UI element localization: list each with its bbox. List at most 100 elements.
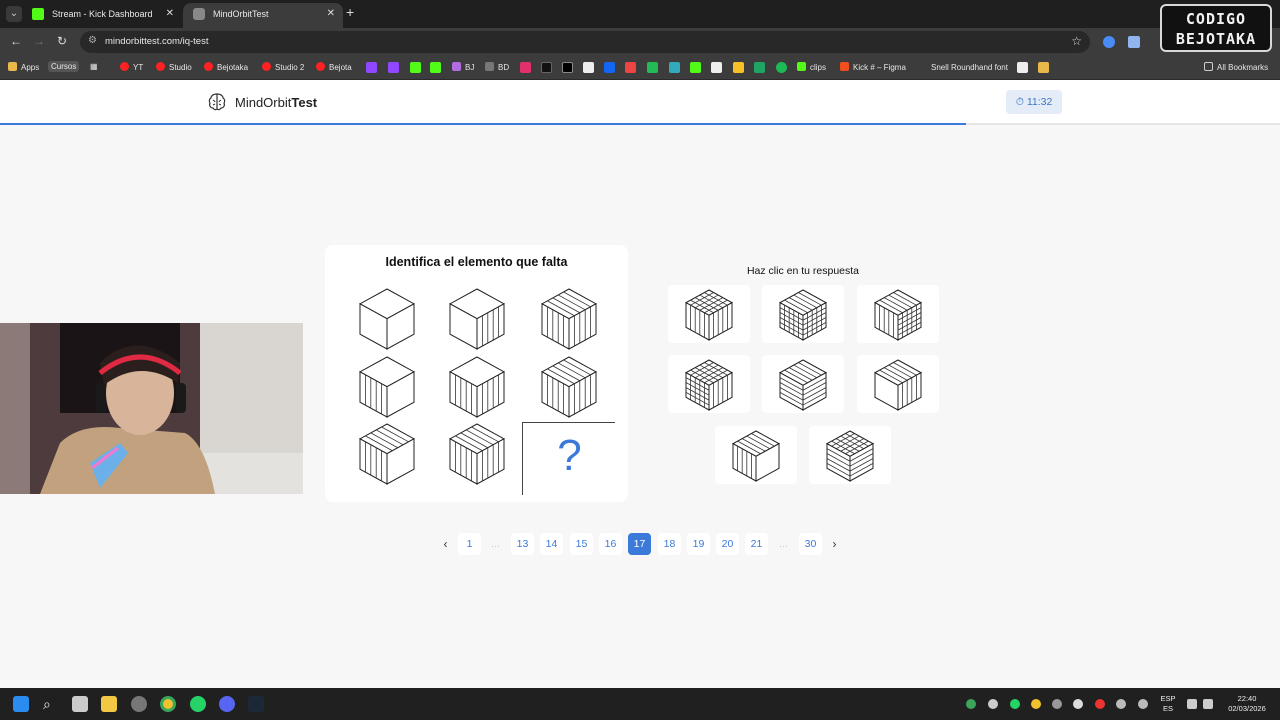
answer-option-7[interactable] — [715, 426, 797, 484]
page-button[interactable]: 19 — [687, 533, 710, 555]
language-indicator[interactable]: ESP ES — [1157, 694, 1179, 714]
x-icon[interactable] — [562, 62, 573, 73]
site-header: MindOrbitTest ⏱ 11:32 — [0, 80, 1280, 124]
reload-icon[interactable]: ↻ — [57, 34, 67, 48]
kick-icon — [32, 8, 44, 20]
bookmark-bd[interactable]: BD — [485, 62, 509, 72]
discord-icon[interactable] — [219, 696, 235, 712]
answer-option-8[interactable] — [809, 426, 891, 484]
back-icon[interactable]: ← — [10, 34, 22, 48]
pagination-ellipsis: ... — [779, 538, 788, 550]
page-button[interactable]: 13 — [511, 533, 534, 555]
answer-option-1[interactable] — [668, 285, 750, 343]
page-button[interactable]: 16 — [599, 533, 622, 555]
twitch-icon[interactable] — [388, 62, 399, 73]
bookmark-icon[interactable] — [625, 62, 636, 73]
network-icon[interactable] — [1187, 699, 1197, 709]
page-button[interactable]: 1 — [458, 533, 481, 555]
answer-option-5[interactable] — [762, 355, 844, 413]
whatsapp-tray-icon[interactable] — [1010, 699, 1020, 709]
brand-logo[interactable]: MindOrbitTest — [207, 92, 317, 112]
grid-icon[interactable]: ▦ — [90, 62, 98, 71]
tray-icon[interactable] — [1095, 699, 1105, 709]
next-page-icon[interactable]: › — [823, 533, 846, 555]
bookmark-snell[interactable]: Snell Roundhand font — [918, 62, 1008, 72]
bookmark-figma[interactable]: Kick # – Figma — [840, 62, 906, 72]
close-tab-icon[interactable]: ✕ — [327, 3, 335, 25]
grid-cube — [539, 287, 599, 351]
steam-tray-icon[interactable] — [988, 699, 998, 709]
prev-page-icon[interactable]: ‹ — [434, 533, 457, 555]
app-icon[interactable] — [131, 696, 147, 712]
tab-kick-dashboard[interactable]: Stream - Kick Dashboard ✕ — [22, 3, 182, 28]
drive-icon[interactable] — [754, 62, 765, 73]
bookmark-icon[interactable] — [647, 62, 658, 73]
bookmark-icon[interactable] — [690, 62, 701, 73]
bookmark-studio-2[interactable]: Studio 2 — [262, 62, 304, 72]
headset-icon[interactable] — [1073, 699, 1083, 709]
bookmark-bejotaka[interactable]: Bejotaka — [204, 62, 248, 72]
bookmark-cursos[interactable]: Cursos — [48, 61, 80, 72]
site-info-icon[interactable]: ⚙ — [88, 35, 97, 46]
spotify-icon[interactable] — [776, 62, 787, 73]
tab-mindorbittest[interactable]: MindOrbitTest ✕ — [183, 3, 343, 28]
bookmark-bj[interactable]: BJ — [452, 62, 474, 72]
kick-icon[interactable] — [410, 62, 421, 73]
bookmark-icon[interactable] — [583, 62, 594, 73]
forward-icon[interactable]: → — [33, 34, 45, 48]
grid-cube — [447, 287, 507, 351]
answer-option-6[interactable] — [857, 355, 939, 413]
bookmark-yt[interactable]: YT — [120, 62, 143, 72]
all-bookmarks[interactable]: All Bookmarks — [1204, 62, 1268, 72]
extension-icon[interactable] — [1128, 36, 1140, 48]
answer-option-4[interactable] — [668, 355, 750, 413]
browser-toolbar: ← → ↻ ⚙ mindorbittest.com/iq-test ☆ — [0, 28, 1280, 56]
task-view-icon[interactable] — [72, 696, 88, 712]
volume-icon[interactable] — [1203, 699, 1213, 709]
extension-icon[interactable] — [1103, 36, 1115, 48]
page-button[interactable]: 15 — [570, 533, 593, 555]
drive-icon[interactable] — [733, 62, 744, 73]
microphone-icon[interactable] — [1138, 699, 1148, 709]
page-button[interactable]: 30 — [799, 533, 822, 555]
stream-logo-overlay: CODIGO BEJOTAKA — [1160, 4, 1272, 52]
tray-icon[interactable] — [1052, 699, 1062, 709]
chrome-tray-icon[interactable] — [1031, 699, 1041, 709]
notion-icon[interactable] — [711, 62, 722, 73]
bookmark-clips[interactable]: clips — [797, 62, 826, 72]
bookmark-icon[interactable] — [1038, 62, 1049, 73]
page-button[interactable]: 20 — [716, 533, 739, 555]
answer-option-3[interactable] — [857, 285, 939, 343]
address-bar[interactable]: ⚙ mindorbittest.com/iq-test ☆ — [80, 31, 1090, 53]
tray-icon[interactable] — [966, 699, 976, 709]
page-button[interactable]: 21 — [745, 533, 768, 555]
clock[interactable]: 22:40 02/03/2026 — [1222, 694, 1272, 714]
whatsapp-icon[interactable] — [190, 696, 206, 712]
instagram-icon[interactable] — [520, 62, 531, 73]
file-explorer-icon[interactable] — [101, 696, 117, 712]
bookmark-apps[interactable]: Apps — [8, 62, 39, 72]
bookmark-star-icon[interactable]: ☆ — [1071, 34, 1082, 48]
windows-start-icon[interactable] — [13, 696, 29, 712]
kick-icon[interactable] — [430, 62, 441, 73]
answer-option-2[interactable] — [762, 285, 844, 343]
new-tab-icon[interactable]: + — [346, 4, 354, 20]
twitch-icon[interactable] — [366, 62, 377, 73]
close-tab-icon[interactable]: ✕ — [166, 3, 174, 25]
tray-icon[interactable] — [1116, 699, 1126, 709]
tab-title: MindOrbitTest — [213, 9, 269, 19]
page-button[interactable]: 18 — [658, 533, 681, 555]
page-button[interactable]: 14 — [540, 533, 563, 555]
search-icon[interactable]: ⌕ — [43, 696, 59, 712]
tab-search-icon[interactable]: ⌄ — [6, 6, 22, 22]
bookmark-icon[interactable] — [669, 62, 680, 73]
bookmark-icon[interactable] — [604, 62, 615, 73]
page-button-current[interactable]: 17 — [628, 533, 651, 555]
tiktok-icon[interactable] — [541, 62, 552, 73]
chrome-icon[interactable] — [160, 696, 176, 712]
bookmark-bejota[interactable]: Bejota — [316, 62, 352, 72]
bookmark-studio[interactable]: Studio — [156, 62, 192, 72]
browser-tab-bar: ⌄ Stream - Kick Dashboard ✕ MindOrbitTes… — [0, 0, 1280, 28]
bookmark-icon[interactable] — [1017, 62, 1028, 73]
steam-icon[interactable] — [248, 696, 264, 712]
